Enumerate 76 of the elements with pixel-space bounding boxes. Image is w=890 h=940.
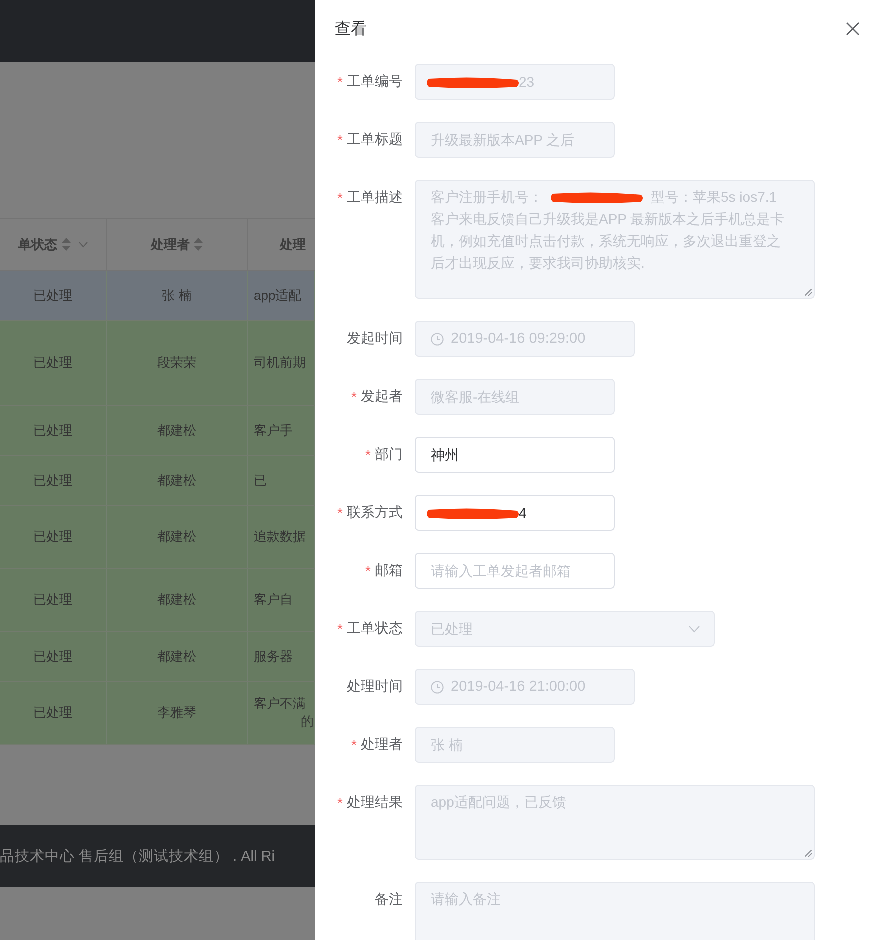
field-label: 工单标题 [347, 131, 403, 149]
required-mark: * [366, 563, 371, 579]
table-cell: 司机前期 [254, 354, 306, 372]
clock-icon [431, 680, 444, 694]
field-label: 发起者 [361, 388, 403, 406]
table-row[interactable]: 已处理 张 楠 app适配 [0, 271, 315, 321]
sort-icon[interactable] [194, 238, 203, 251]
required-mark: * [352, 737, 357, 753]
table-cell: 已处理 [34, 704, 72, 722]
field-label: 处理者 [361, 736, 403, 754]
table-row[interactable]: 已处理 李雅琴 客户不满 的 [0, 682, 315, 745]
column-header[interactable]: 处理 [248, 219, 315, 270]
table-row[interactable]: 已处理 都建松 客户自 [0, 569, 315, 632]
required-mark: * [338, 795, 343, 811]
close-icon[interactable] [846, 22, 860, 36]
table-cell: 服务器 [254, 648, 293, 666]
field-label: 邮箱 [375, 562, 403, 580]
table-cell: 都建松 [158, 648, 196, 666]
required-mark: * [338, 74, 343, 90]
field-label: 处理时间 [347, 678, 403, 696]
required-mark: * [366, 447, 371, 463]
table-cell: 李雅琴 [158, 704, 196, 722]
caret-icon[interactable] [78, 242, 88, 248]
drawer-title: 查看 [335, 20, 367, 40]
clock-icon [431, 332, 444, 346]
column-title: 处理者 [151, 236, 190, 254]
input-field[interactable]: 4 [415, 495, 615, 531]
required-mark: * [352, 389, 357, 405]
table-row[interactable]: 已处理 都建松 追款数据 [0, 506, 315, 569]
table-cell: 客户自 [254, 591, 293, 609]
field-label: 工单状态 [347, 620, 403, 638]
column-header[interactable]: 单状态 [0, 219, 107, 270]
table-cell: 已 [254, 472, 267, 490]
table-cell: 都建松 [158, 591, 196, 609]
field-label: 联系方式 [347, 504, 403, 522]
table-cell: 追款数据 [254, 528, 306, 546]
table-cell: 客户不满 [254, 695, 306, 713]
input-field[interactable]: 神州 [415, 437, 615, 473]
table-cell: 已处理 [34, 648, 72, 666]
table-cell: 都建松 [158, 472, 196, 490]
table-cell: 已处理 [34, 286, 72, 304]
field-label: 处理结果 [347, 794, 403, 812]
input-field[interactable]: 请输入工单发起者邮箱 [415, 553, 615, 589]
table-cell: 已处理 [34, 354, 72, 372]
sort-icon[interactable] [62, 238, 70, 251]
table-row[interactable]: 已处理 段荣荣 司机前期 [0, 321, 315, 406]
table-cell: app适配 [254, 286, 302, 304]
required-mark: * [338, 505, 343, 521]
column-title: 单状态 [18, 236, 58, 254]
required-mark: * [338, 190, 343, 206]
field-label: 工单描述 [347, 189, 403, 207]
column-title: 处理 [280, 236, 306, 254]
required-mark: * [338, 132, 343, 148]
table-row[interactable]: 已处理 都建松 服务器 [0, 632, 315, 682]
field-value: 4 [431, 502, 527, 524]
field-label: 备注 [375, 891, 403, 909]
table-cell: 的 [301, 713, 314, 731]
column-header[interactable]: 处理者 [107, 219, 248, 270]
table-row[interactable]: 已处理 都建松 已 [0, 456, 315, 506]
field-label: 部门 [375, 446, 403, 464]
table-cell: 都建松 [158, 422, 196, 440]
table-cell: 客户手 [254, 422, 293, 440]
field-placeholder: 请输入工单发起者邮箱 [431, 562, 571, 581]
table-cell: 段荣荣 [158, 354, 196, 372]
table-cell: 已处理 [34, 591, 72, 609]
table-cell: 已处理 [34, 472, 72, 490]
field-value: 神州 [431, 446, 459, 465]
table-cell: 已处理 [34, 528, 72, 546]
table-cell: 已处理 [34, 422, 72, 440]
table-row[interactable]: 已处理 都建松 客户手 [0, 406, 315, 456]
copyright-text: 品技术中心 售后组（测试技术组） . All Ri [0, 848, 275, 866]
table-cell: 张 楠 [162, 286, 192, 304]
field-label: 工单编号 [347, 73, 403, 91]
field-label: 发起时间 [347, 330, 403, 348]
table-cell: 都建松 [158, 528, 196, 546]
required-mark: * [338, 621, 343, 637]
